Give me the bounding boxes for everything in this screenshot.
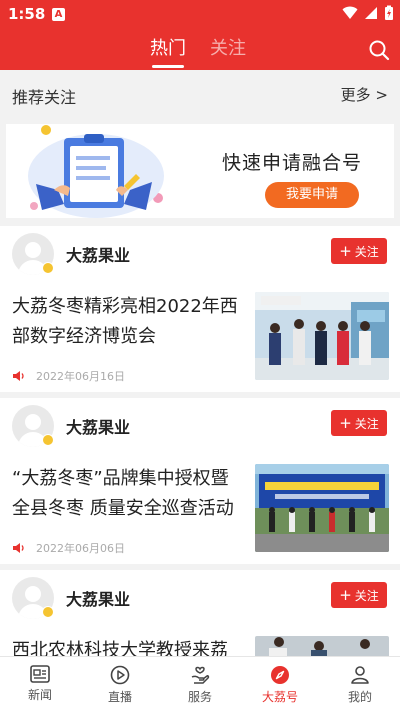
news-date: 2022年06月16日 [36,370,125,383]
news-feed: 大荔果业 + 关注 大荔冬枣精彩亮相2022年西部数字经济博览会 2022年06… [0,226,400,656]
battery-icon [385,5,393,20]
clipboard-illustration-icon [28,125,164,218]
notification-badge: A [52,8,65,21]
author-row: 大荔果业 [12,404,130,448]
nav-live[interactable]: 直播 [80,657,160,711]
author-row: 大荔果业 [12,576,130,620]
nav-dali-label: 大荔号 [261,690,298,704]
recommend-header: 推荐关注 更多 > [0,70,400,118]
follow-label: 关注 [354,588,379,603]
nav-service-label: 服务 [187,690,212,704]
avatar-head [25,242,41,258]
more-link[interactable]: 更多 > [341,84,388,105]
news-headline[interactable]: “大荔冬枣”品牌集中授权暨全县冬枣 质量安全巡查活动启… [12,464,244,524]
news-meta: 2022年06月06日 [12,540,125,556]
compass-icon [271,666,289,684]
plus-icon: + [339,585,352,604]
news-date: 2022年06月06日 [36,542,125,555]
apply-banner[interactable]: 快速申请融合号 我要申请 [6,124,394,218]
news-icon [30,665,50,683]
system-icons [342,5,394,21]
wifi-icon [342,6,358,19]
feed-item: 大荔果业 + 关注 大荔冬枣精彩亮相2022年西部数字经济博览会 2022年06… [0,226,400,398]
verified-badge-icon [42,262,54,274]
news-thumbnail-expo[interactable] [255,292,389,380]
banner-title: 快速申请融合号 [222,152,363,174]
news-thumbnail-ceremony[interactable] [255,464,389,552]
news-meta: 2022年06月16日 [12,368,125,384]
bottom-nav: 新闻 直播 服务 大荔号 我的 [0,656,400,711]
nav-mine-label: 我的 [347,690,372,704]
status-time: 1:58 [8,5,46,23]
nav-news[interactable]: 新闻 [0,657,80,711]
nav-dali-account[interactable]: 大荔号 [240,657,320,711]
verified-badge-icon [42,434,54,446]
avatar-head [25,586,41,602]
author-name[interactable]: 大荔果业 [66,586,130,610]
nav-live-label: 直播 [107,690,132,704]
nav-service[interactable]: 服务 [160,657,240,711]
speaker-icon[interactable] [12,542,26,554]
nav-mine[interactable]: 我的 [320,657,400,711]
author-name[interactable]: 大荔果业 [66,242,130,266]
tab-hot[interactable]: 热门 [150,34,186,68]
user-icon [351,666,369,684]
follow-button[interactable]: + 关注 [331,410,387,436]
author-row: 大荔果业 [12,232,130,276]
verified-badge-icon [42,606,54,618]
feed-item: 大荔果业 + 关注 “大荔冬枣”品牌集中授权暨全县冬枣 质量安全巡查活动启… 2… [0,398,400,570]
service-icon [191,666,210,684]
tab-follow[interactable]: 关注 [210,34,246,66]
apply-button[interactable]: 我要申请 [265,182,359,208]
play-icon [110,665,130,685]
follow-label: 关注 [354,244,379,259]
nav-news-label: 新闻 [27,688,52,702]
feed-item: 大荔果业 + 关注 西北农林科技大学教授来荔调 [0,570,400,656]
status-bar: 1:58 A [0,0,400,28]
speaker-icon[interactable] [12,370,26,382]
header-tabs: 热门 关注 [150,34,246,68]
author-name[interactable]: 大荔果业 [66,414,130,438]
banner-section: 快速申请融合号 我要申请 [0,118,400,226]
search-icon[interactable] [368,39,390,61]
recommend-title: 推荐关注 [12,88,77,107]
plus-icon: + [339,413,352,432]
plus-icon: + [339,241,352,260]
signal-icon [365,7,377,19]
news-headline[interactable]: 西北农林科技大学教授来荔调 [12,636,244,656]
follow-label: 关注 [354,416,379,431]
follow-button[interactable]: + 关注 [331,582,387,608]
top-header: 1:58 A 热门 关注 [0,0,400,70]
news-headline[interactable]: 大荔冬枣精彩亮相2022年西部数字经济博览会 [12,292,244,352]
follow-button[interactable]: + 关注 [331,238,387,264]
avatar-head [25,414,41,430]
news-thumbnail-visit[interactable] [255,636,389,656]
